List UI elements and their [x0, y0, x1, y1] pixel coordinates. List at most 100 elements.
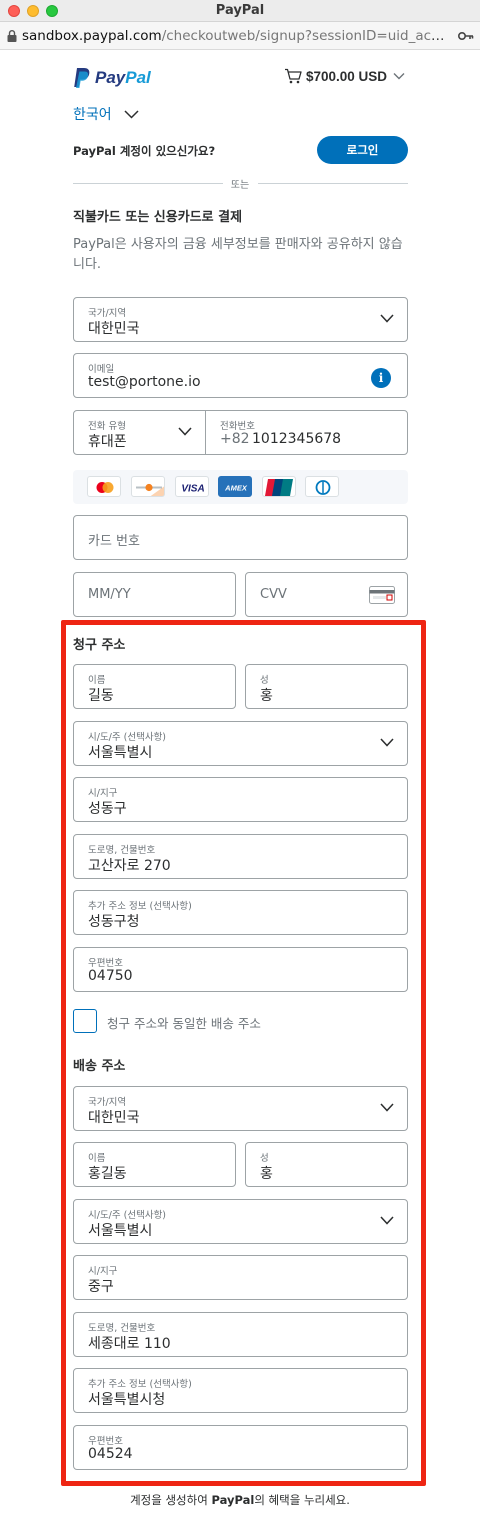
shipping-state-select[interactable]: 시/도/주 (선택사항) 서울특별시 [73, 1199, 408, 1244]
field-value: 04524 [88, 1446, 133, 1462]
field-label: 도로명, 건물번호 [88, 845, 156, 856]
card-back-icon [369, 586, 395, 604]
same-as-shipping-label[interactable]: 청구 주소와 동일한 배송 주소 [107, 1013, 261, 1032]
cart-summary[interactable]: $700.00 USD [284, 68, 405, 84]
field-value: 세종대로 110 [88, 1336, 171, 1352]
billing-last-name-field[interactable]: 성 홍 [245, 664, 408, 709]
field-value: 홍 [260, 688, 273, 704]
field-value: 04750 [88, 968, 133, 984]
key-icon[interactable] [458, 30, 474, 42]
card-number-placeholder: 카드 번호 [88, 534, 140, 549]
mastercard-icon [87, 476, 121, 497]
phone-country-code: +82 [220, 431, 250, 447]
cart-amount: $700.00 USD [306, 68, 388, 84]
signup-benefit-note: 계정을 생성하여 PayPal의 혜택을 누리세요. [130, 1493, 350, 1507]
amex-icon: AMEX [218, 476, 252, 497]
country-value: 대한민국 [88, 321, 140, 337]
chevron-down-icon [124, 109, 139, 119]
chevron-down-icon [178, 427, 192, 436]
billing-state-select[interactable]: 시/도/주 (선택사항) 서울특별시 [73, 721, 408, 766]
privacy-note: PayPal은 사용자의 금융 세부정보를 판매자와 공유하지 않습니다. [73, 237, 403, 272]
billing-address-title: 청구 주소 [73, 638, 126, 653]
shipping-address-title: 배송 주소 [73, 1059, 126, 1074]
billing-extra-address-field[interactable]: 추가 주소 정보 (선택사항) 성동구청 [73, 890, 408, 935]
shipping-last-name-field[interactable]: 성 홍 [245, 1142, 408, 1187]
shipping-extra-address-field[interactable]: 추가 주소 정보 (선택사항) 서울특별시청 [73, 1368, 408, 1413]
field-value: 홍길동 [88, 1166, 127, 1182]
field-label: 추가 주소 정보 (선택사항) [88, 1379, 192, 1390]
shipping-country-select[interactable]: 국가/지역 대한민국 [73, 1086, 408, 1131]
cart-icon [285, 68, 302, 84]
field-value: 서울특별시 [88, 1223, 153, 1239]
pay-with-card-title: 직불카드 또는 신용카드로 결제 [73, 210, 243, 225]
shipping-postal-code-field[interactable]: 우편번호 04524 [73, 1425, 408, 1470]
field-label: 시/지구 [88, 788, 118, 799]
info-icon[interactable]: i [371, 368, 391, 388]
field-label: 추가 주소 정보 (선택사항) [88, 901, 192, 912]
email-field[interactable]: 이메일 test@portone.io i [73, 353, 408, 398]
billing-first-name-field[interactable]: 이름 길동 [73, 664, 236, 709]
address-bar[interactable]: sandbox.paypal.com/checkoutweb/signup?se… [0, 22, 480, 50]
svg-text:VISA: VISA [181, 484, 204, 495]
field-label: 이름 [88, 1153, 106, 1164]
unionpay-icon [262, 476, 296, 497]
diners-club-icon [305, 476, 339, 497]
paypal-p-icon [74, 68, 90, 88]
phone-number-value: 1012345678 [252, 431, 342, 447]
field-label: 우편번호 [88, 958, 123, 969]
expiry-placeholder: MM/YY [88, 587, 131, 602]
field-value: 고산자로 270 [88, 858, 171, 874]
same-as-shipping-checkbox[interactable] [73, 1009, 97, 1033]
accepted-cards: VISA AMEX [73, 470, 408, 504]
divider-right [258, 183, 408, 184]
shipping-city-field[interactable]: 시/지구 중구 [73, 1255, 408, 1300]
email-label: 이메일 [88, 364, 115, 375]
field-label: 시/지구 [88, 1266, 118, 1277]
field-value: 대한민국 [88, 1110, 140, 1126]
footer-brand: PayPal [211, 1493, 255, 1507]
field-value: 성동구청 [88, 914, 140, 930]
field-value: 서울특별시 [88, 745, 153, 761]
billing-postal-code-field[interactable]: 우편번호 04750 [73, 947, 408, 992]
country-select[interactable]: 국가/지역 대한민국 [73, 297, 408, 342]
url-host: sandbox.paypal.com [22, 28, 162, 44]
language-label: 한국어 [73, 107, 112, 123]
visa-icon: VISA [175, 476, 209, 497]
chevron-down-icon [380, 738, 394, 747]
field-value: 서울특별시청 [88, 1392, 166, 1408]
window-title: PayPal [215, 3, 265, 18]
paypal-wordmark: PayPal [95, 68, 151, 87]
discover-icon [131, 476, 165, 497]
paypal-logo: PayPal [73, 66, 151, 90]
cvv-field[interactable]: CVV [245, 572, 408, 617]
login-prompt: PayPal 계정이 있으신가요? [73, 144, 216, 158]
country-label: 국가/지역 [88, 308, 127, 319]
cvv-placeholder: CVV [260, 587, 287, 602]
field-value: 홍 [260, 1166, 273, 1182]
chevron-down-icon [393, 73, 405, 80]
url-text[interactable]: sandbox.paypal.com/checkoutweb/signup?se… [22, 28, 450, 44]
expiry-field[interactable]: MM/YY [73, 572, 236, 617]
field-label: 성 [260, 1153, 269, 1164]
chevron-down-icon [380, 314, 394, 323]
field-label: 도로명, 건물번호 [88, 1323, 156, 1334]
divider-left [73, 183, 223, 184]
phone-number-field[interactable]: 전화번호 +82 1012345678 [205, 410, 408, 455]
card-number-field[interactable]: 카드 번호 [73, 515, 408, 560]
shipping-first-name-field[interactable]: 이름 홍길동 [73, 1142, 236, 1187]
billing-city-field[interactable]: 시/지구 성동구 [73, 777, 408, 822]
email-value: test@portone.io [88, 374, 201, 390]
chevron-down-icon [380, 1103, 394, 1112]
login-button[interactable]: 로그인 [317, 136, 408, 164]
field-label: 성 [260, 675, 269, 686]
url-path: /checkoutweb/signup?sessionID=uid_aca02e… [161, 28, 450, 44]
phone-type-select[interactable]: 전화 유형 휴대폰 [73, 410, 206, 455]
billing-street-field[interactable]: 도로명, 건물번호 고산자로 270 [73, 834, 408, 879]
field-label: 시/도/주 (선택사항) [88, 732, 167, 743]
phone-type-value: 휴대폰 [88, 434, 127, 450]
language-selector[interactable]: 한국어 [73, 104, 139, 124]
shipping-street-field[interactable]: 도로명, 건물번호 세종대로 110 [73, 1312, 408, 1357]
field-value: 성동구 [88, 801, 127, 817]
chevron-down-icon [380, 1216, 394, 1225]
or-divider-text: 또는 [230, 180, 250, 191]
